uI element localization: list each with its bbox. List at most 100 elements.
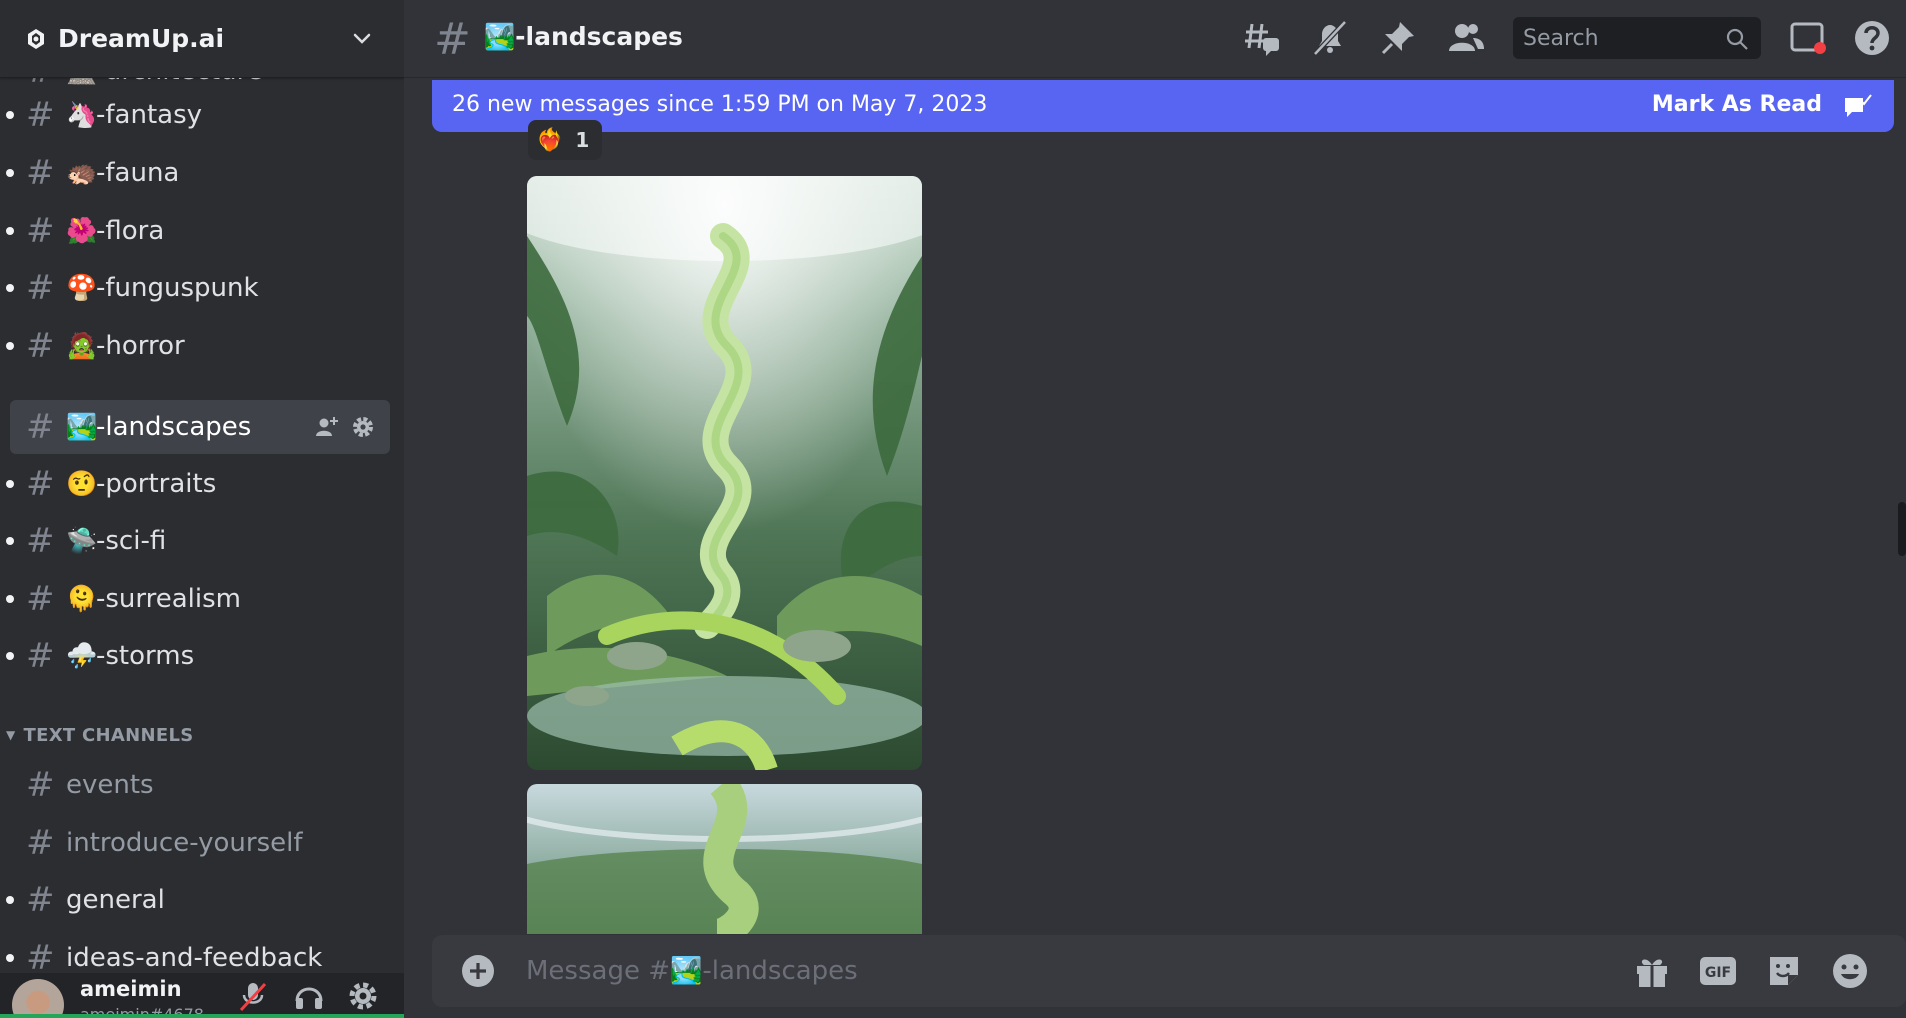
- emoji-icon[interactable]: [1830, 951, 1870, 991]
- channel-item-general[interactable]: # general: [6, 873, 390, 927]
- add-attachment-icon[interactable]: [460, 953, 496, 989]
- channel-name: -portraits: [96, 469, 217, 499]
- search-icon: [1726, 28, 1748, 50]
- unread-indicator: [6, 169, 14, 177]
- inbox-icon[interactable]: [1788, 18, 1828, 58]
- hash-icon: #: [26, 521, 55, 561]
- avatar[interactable]: [12, 979, 64, 1018]
- chevron-down-icon: ▼: [6, 728, 16, 742]
- voice-status-bar: [0, 1014, 404, 1018]
- channel-item-fauna[interactable]: # 🦔 -fauna: [6, 146, 390, 200]
- mark-as-read-button[interactable]: Mark As Read: [1652, 92, 1822, 117]
- message-input[interactable]: [526, 953, 1426, 989]
- attachment-image[interactable]: [527, 176, 922, 770]
- help-icon[interactable]: [1852, 18, 1892, 58]
- channel-emoji: 🦔: [66, 158, 98, 187]
- channel-name: -horror: [96, 331, 185, 361]
- search-box[interactable]: [1513, 17, 1761, 59]
- scrollbar-thumb[interactable]: [1898, 502, 1906, 556]
- gift-icon[interactable]: [1632, 951, 1672, 991]
- hash-icon: #: [26, 636, 55, 676]
- mark-read-icon[interactable]: [1842, 92, 1872, 122]
- sticker-icon[interactable]: [1764, 951, 1804, 991]
- hash-icon: #: [26, 880, 55, 920]
- category-text-channels[interactable]: ▼ TEXT CHANNELS: [6, 721, 306, 749]
- channel-emoji: 🏞️: [66, 412, 98, 441]
- server-name: DreamUp.ai: [58, 24, 225, 53]
- channel-emoji: ⛈️: [66, 641, 98, 670]
- channel-name: -sci-fi: [96, 526, 167, 556]
- channel-item-surrealism[interactable]: # 🫠 -surrealism: [6, 572, 390, 626]
- channel-item-landscapes[interactable]: # 🏞️ -landscapes: [10, 400, 390, 454]
- channel-item-ideas-and-feedback[interactable]: # ideas-and-feedback: [6, 931, 390, 973]
- channel-item-funguspunk[interactable]: # 🍄 -funguspunk: [6, 261, 390, 315]
- chevron-down-icon[interactable]: [350, 26, 374, 50]
- jungle-serpent-image: [527, 176, 922, 770]
- unread-indicator: [6, 652, 14, 660]
- user-settings-gear-icon[interactable]: [346, 979, 380, 1013]
- channel-name: ideas-and-feedback: [66, 943, 323, 973]
- channel-item-sci-fi[interactable]: # 🛸 -sci-fi: [6, 514, 390, 568]
- hash-icon: #: [26, 211, 55, 251]
- channel-emoji: 🫠: [66, 584, 98, 613]
- channel-emoji: 🌺: [66, 216, 98, 245]
- reaction-emoji: ❤️‍🔥: [536, 127, 564, 153]
- notification-muted-icon[interactable]: [1310, 18, 1350, 58]
- headphones-icon[interactable]: [292, 979, 326, 1013]
- pin-icon[interactable]: [1378, 18, 1418, 58]
- search-input[interactable]: [1523, 23, 1713, 53]
- threads-icon[interactable]: [1242, 18, 1282, 58]
- channel-title: 🏞️-landscapes: [484, 22, 683, 51]
- unread-indicator: [6, 284, 14, 292]
- hash-icon: #: [26, 938, 55, 973]
- channel-emoji: 🍄: [66, 273, 98, 302]
- hash-icon: #: [26, 95, 55, 135]
- unread-indicator: [6, 342, 14, 350]
- channel-item-horror[interactable]: # 🧟 -horror: [6, 319, 390, 373]
- channel-name: events: [66, 770, 154, 800]
- channel-name: general: [66, 885, 165, 915]
- unread-indicator: [6, 480, 14, 488]
- channel-item-events[interactable]: # events: [10, 758, 390, 812]
- channel-item-introduce-yourself[interactable]: # introduce-yourself: [10, 816, 390, 870]
- category-label: TEXT CHANNELS: [23, 724, 194, 746]
- channel-list: # 🏯 -architecture # 🦄 -fantasy # 🦔 -faun…: [0, 58, 404, 973]
- reaction-pill[interactable]: ❤️‍🔥 1: [528, 120, 602, 160]
- gif-label: GIF: [1705, 965, 1731, 981]
- discord-window: DreamUp.ai # 🏯 -architecture # 🦄 -fantas…: [0, 0, 1906, 1018]
- hash-icon: #: [26, 579, 55, 619]
- channel-header: # 🏞️-landscapes: [404, 0, 1906, 78]
- channel-item-fantasy[interactable]: # 🦄 -fantasy: [6, 88, 390, 142]
- serpent-waterfall-image: [527, 784, 922, 934]
- channel-name: -funguspunk: [96, 273, 259, 303]
- hash-icon: #: [26, 326, 55, 366]
- channel-emoji: 🦄: [66, 100, 98, 129]
- gear-icon[interactable]: [350, 414, 376, 440]
- attachment-image[interactable]: [527, 784, 922, 934]
- channel-name: introduce-yourself: [66, 828, 303, 858]
- gif-icon[interactable]: GIF: [1698, 951, 1738, 991]
- new-messages-bar[interactable]: 26 new messages since 1:59 PM on May 7, …: [432, 80, 1894, 132]
- channel-name: -fantasy: [96, 100, 203, 130]
- members-icon[interactable]: [1446, 18, 1486, 58]
- unread-indicator: [6, 227, 14, 235]
- channel-name: -flora: [96, 216, 165, 246]
- channel-name: -fauna: [96, 158, 180, 188]
- hash-icon: #: [26, 765, 55, 805]
- unread-indicator: [6, 111, 14, 119]
- channel-actions: [314, 414, 376, 440]
- channel-emoji: 🛸: [66, 526, 98, 555]
- invite-member-icon[interactable]: [314, 414, 340, 440]
- channel-emoji: 🤨: [66, 469, 98, 498]
- unread-indicator: [6, 896, 14, 904]
- channel-item-flora[interactable]: # 🌺 -flora: [6, 204, 390, 258]
- channel-name: -landscapes: [96, 412, 252, 442]
- channel-item-storms[interactable]: # ⛈️ -storms: [6, 629, 390, 683]
- unread-indicator: [6, 595, 14, 603]
- server-header[interactable]: DreamUp.ai: [0, 0, 404, 78]
- channel-item-portraits[interactable]: # 🤨 -portraits: [6, 457, 390, 511]
- hash-icon: #: [26, 464, 55, 504]
- user-panel: ameimin ameimin#4678: [0, 973, 404, 1018]
- mic-muted-icon[interactable]: [236, 979, 270, 1013]
- channel-sidebar: DreamUp.ai # 🏯 -architecture # 🦄 -fantas…: [0, 0, 404, 1018]
